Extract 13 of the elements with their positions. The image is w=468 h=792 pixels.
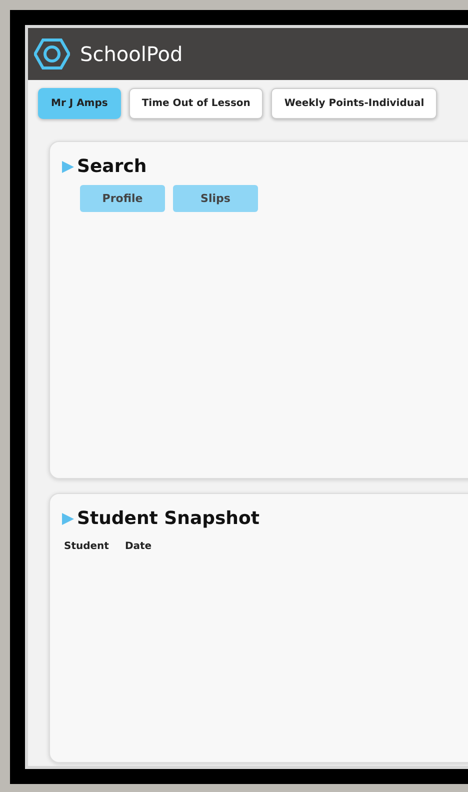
tab[interactable]: Mr J Amps bbox=[38, 88, 121, 119]
column-header: Date bbox=[124, 541, 152, 552]
action-button[interactable]: Slips bbox=[173, 185, 258, 212]
triangle-icon bbox=[62, 160, 74, 172]
action-button[interactable]: Profile bbox=[80, 185, 165, 212]
app-title: SchoolPod bbox=[80, 42, 183, 66]
tab[interactable]: Weekly Points-Individual bbox=[271, 88, 438, 119]
column-header: Student bbox=[64, 541, 109, 552]
triangle-icon bbox=[62, 512, 74, 524]
section-title: Search bbox=[77, 156, 147, 177]
section-title: Student Snapshot bbox=[77, 508, 260, 529]
tab[interactable]: Time Out of Lesson bbox=[128, 88, 264, 119]
hexagon-logo-icon bbox=[34, 38, 70, 70]
